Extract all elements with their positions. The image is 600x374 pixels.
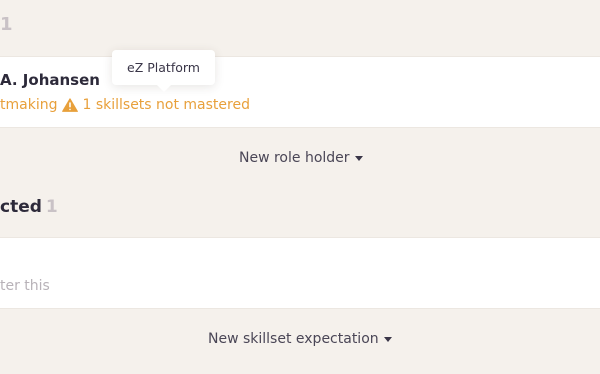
tooltip: eZ Platform: [112, 50, 215, 85]
section-title-text: cted: [0, 197, 42, 217]
new-skillset-expectation-button[interactable]: New skillset expectation: [208, 331, 392, 347]
role-holder-skill-status: tmaking 1 skillsets not mastered: [0, 97, 250, 113]
skillset-expectations-count: 1: [45, 197, 58, 217]
role-holder-card[interactable]: A. Johansen tmaking 1 skillsets not mast…: [0, 56, 600, 128]
skill-name[interactable]: tmaking: [0, 97, 57, 113]
skillset-placeholder: ter this: [0, 278, 50, 294]
new-role-holder-label: New role holder: [239, 150, 350, 166]
new-skillset-expectation-label: New skillset expectation: [208, 331, 379, 347]
skillset-expectation-card[interactable]: ter this: [0, 237, 600, 309]
role-holder-name[interactable]: A. Johansen: [0, 71, 100, 89]
skillsets-not-mastered-warning[interactable]: 1 skillsets not mastered: [82, 97, 250, 113]
caret-down-icon: [354, 156, 363, 161]
skillset-expectations-title: cted 1: [0, 197, 58, 217]
caret-down-icon: [383, 337, 392, 342]
warning-triangle-icon: [62, 98, 79, 112]
new-role-holder-button[interactable]: New role holder: [239, 150, 363, 166]
tooltip-arrow: [157, 85, 171, 92]
role-holders-count: 1: [0, 14, 13, 35]
